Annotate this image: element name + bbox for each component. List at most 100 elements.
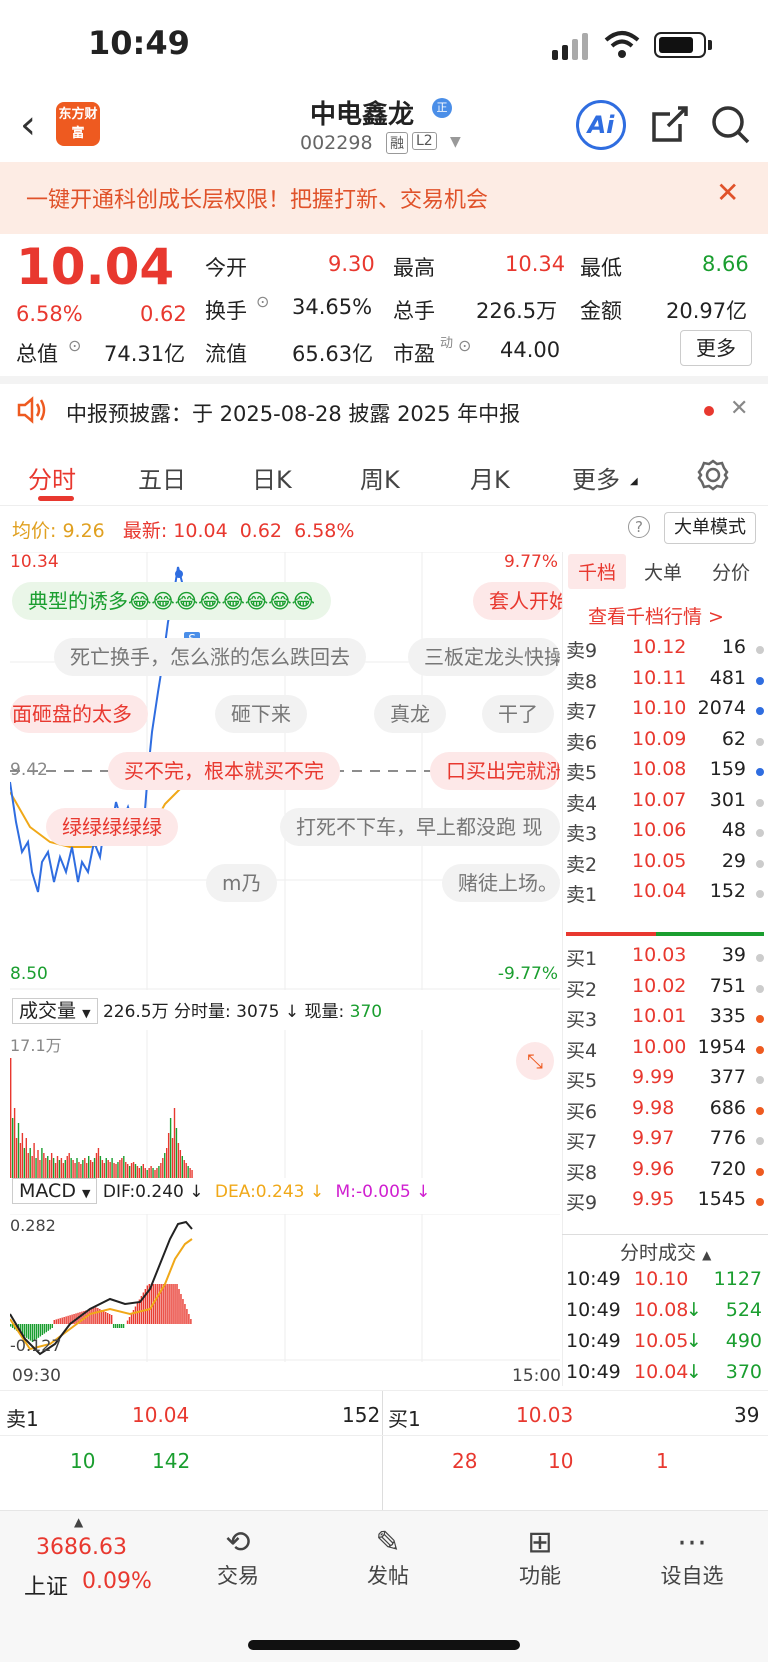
info-icon[interactable]: ⊙ xyxy=(458,336,471,355)
ai-icon[interactable]: Ai xyxy=(576,100,626,150)
danmu-item[interactable]: 打死不下车，早上都没跑 现 xyxy=(280,808,560,846)
trade-label: 交易 xyxy=(217,1564,259,1588)
ask-row[interactable]: 卖2 10.05 29 xyxy=(562,850,768,882)
level-volume: 481 xyxy=(709,666,746,689)
functions-button[interactable]: ⊞ 功能 xyxy=(508,1525,572,1590)
ask-row[interactable]: 卖7 10.10 2074 xyxy=(562,697,768,729)
info-icon[interactable]: ⊙ xyxy=(256,292,269,311)
low-label: 最低 xyxy=(580,256,622,280)
macd-bar xyxy=(168,1284,170,1324)
tab-weekly-k[interactable]: 周K xyxy=(360,460,400,495)
add-watchlist-button[interactable]: ⋯ 设自选 xyxy=(652,1525,732,1590)
bid-row[interactable]: 买6 9.98 686 xyxy=(562,1097,768,1129)
macd-chart[interactable]: 0.282 -0.127 xyxy=(9,1213,560,1362)
home-indicator[interactable] xyxy=(248,1640,520,1650)
volume-indicator-select[interactable]: 成交量 ▼ xyxy=(12,998,98,1024)
danmu-item[interactable]: 赌徒上场。 xyxy=(442,864,560,902)
dropdown-icon[interactable]: ▼ xyxy=(450,134,461,150)
volume-bar xyxy=(60,1158,63,1178)
tab-depth-1000[interactable]: 千档 xyxy=(568,554,627,589)
bid-row[interactable]: 买3 10.01 335 xyxy=(562,1005,768,1037)
index-value[interactable]: 3686.63 xyxy=(36,1535,127,1560)
bid-row[interactable]: 买1 10.03 39 xyxy=(562,944,768,976)
ask-row[interactable]: 卖8 10.11 481 xyxy=(562,667,768,699)
amount-label: 金额 xyxy=(580,299,622,323)
info-icon[interactable]: ⊙ xyxy=(68,336,81,355)
pe-sup: 动 xyxy=(440,336,454,351)
index-name[interactable]: 上证 xyxy=(24,1569,68,1601)
bid-row[interactable]: 买9 9.95 1545 xyxy=(562,1188,768,1220)
settings-icon[interactable] xyxy=(696,458,730,492)
volume-bar xyxy=(70,1158,72,1178)
help-icon[interactable]: ? xyxy=(628,516,650,538)
notice-bar[interactable]: 中报预披露：于 2025-08-28 披露 2025 年中报 ✕ xyxy=(0,382,768,440)
bid-row[interactable]: 买4 10.00 1954 xyxy=(562,1036,768,1068)
last-price: 10.04 xyxy=(16,238,175,296)
flow-dot xyxy=(756,859,764,868)
volume-chart[interactable]: 17.1万 ⤡ xyxy=(10,1030,560,1178)
macd-indicator-select[interactable]: MACD ▼ xyxy=(12,1178,98,1204)
volume-header: 成交量 ▼ 226.5万 分时量: 3075 ↓ 现量: 370 xyxy=(12,996,560,1026)
tab-5day[interactable]: 五日 xyxy=(138,460,186,495)
axis-high-pct: 9.77% xyxy=(503,552,558,572)
turnover-value: 34.65% xyxy=(292,295,373,319)
expand-icon[interactable]: ⤡ xyxy=(516,1042,554,1080)
promo-banner[interactable]: 一键开通科创成长层权限！把握打新、交易机会 ✕ xyxy=(0,162,768,234)
close-icon[interactable]: ✕ xyxy=(730,396,748,421)
danmu-item[interactable]: 买不完，根本就买不完 xyxy=(108,752,340,790)
bid-row[interactable]: 买8 9.96 720 xyxy=(562,1158,768,1190)
ticks-title[interactable]: 分时成交 ▲ xyxy=(620,1238,711,1265)
danmu-item[interactable]: 砸下来 xyxy=(215,695,307,733)
danmu-item[interactable]: 三板定龙头快操 xyxy=(408,638,560,676)
level-volume: 1545 xyxy=(697,1188,746,1210)
clock: 10:49 xyxy=(88,24,190,62)
search-icon[interactable] xyxy=(710,104,752,146)
danmu-item[interactable]: 干了 xyxy=(482,695,554,733)
tab-more[interactable]: 更多 xyxy=(572,460,620,495)
danmu-item[interactable]: m乃 xyxy=(206,864,278,902)
danmu-item[interactable]: 套人开始 xyxy=(473,582,563,620)
tab-daily-k[interactable]: 日K xyxy=(252,460,292,495)
tab-big-order[interactable]: 大单 xyxy=(644,558,682,585)
danmu-item[interactable]: 死亡换手，怎么涨的怎么跌回去 xyxy=(54,638,366,676)
tab-intraday[interactable]: 分时 xyxy=(28,460,76,495)
danmu-item[interactable]: 面砸盘的太多 xyxy=(10,695,148,733)
ask-row[interactable]: 卖3 10.06 48 xyxy=(562,819,768,851)
danmu-item[interactable]: 真龙 xyxy=(374,695,446,733)
close-icon[interactable]: ✕ xyxy=(716,176,739,209)
big-order-mode-button[interactable]: 大单模式 xyxy=(664,512,756,544)
ask-row[interactable]: 卖9 10.12 16 xyxy=(562,636,768,668)
post-button[interactable]: ✎ 发帖 xyxy=(356,1525,420,1590)
volume-bar xyxy=(101,1160,104,1178)
view-depth-link[interactable]: 查看千档行情 > xyxy=(588,602,724,629)
tab-price-dist[interactable]: 分价 xyxy=(712,558,750,585)
macd-bar xyxy=(49,1324,51,1330)
ask-row[interactable]: 卖4 10.07 301 xyxy=(562,789,768,821)
macd-bar xyxy=(172,1284,174,1324)
share-icon[interactable] xyxy=(650,104,690,144)
tab-monthly-k[interactable]: 月K xyxy=(470,460,510,495)
danmu-item[interactable]: 绿绿绿绿绿 xyxy=(46,808,178,846)
danmu-item[interactable]: 口买出完就涨 xyxy=(430,752,560,790)
bid-row[interactable]: 买5 9.99 377 xyxy=(562,1066,768,1098)
macd-bar xyxy=(41,1324,44,1335)
ask-row[interactable]: 卖1 10.04 152 xyxy=(562,880,768,912)
axis-high: 10.34 xyxy=(10,552,59,572)
volume-bar xyxy=(23,1148,26,1178)
volume-bar xyxy=(125,1162,127,1178)
volume-bar xyxy=(93,1158,96,1178)
index-pct[interactable]: 0.09% xyxy=(82,1569,152,1594)
more-button[interactable]: 更多 xyxy=(680,330,752,366)
bid-row[interactable]: 买7 9.97 776 xyxy=(562,1127,768,1159)
volume-bar xyxy=(169,1118,172,1178)
ask-row[interactable]: 卖6 10.09 62 xyxy=(562,728,768,760)
bid-row[interactable]: 买2 10.02 751 xyxy=(562,975,768,1007)
volume-bar xyxy=(166,1148,168,1178)
macd-bar xyxy=(150,1284,152,1324)
danmu-item[interactable]: 典型的诱多😂😂😂😂😂😂😂😂 xyxy=(12,582,331,620)
intraday-chart[interactable]: 10.34 9.77% 9.42 8.50 -9.77% S 典型的诱多😂😂😂😂… xyxy=(9,551,563,990)
trade-button[interactable]: ⟲ 交易 xyxy=(206,1525,270,1590)
change-pct: 6.58% xyxy=(16,302,83,326)
back-icon[interactable]: ‹ xyxy=(20,102,36,148)
ask-row[interactable]: 卖5 10.08 159 xyxy=(562,758,768,790)
